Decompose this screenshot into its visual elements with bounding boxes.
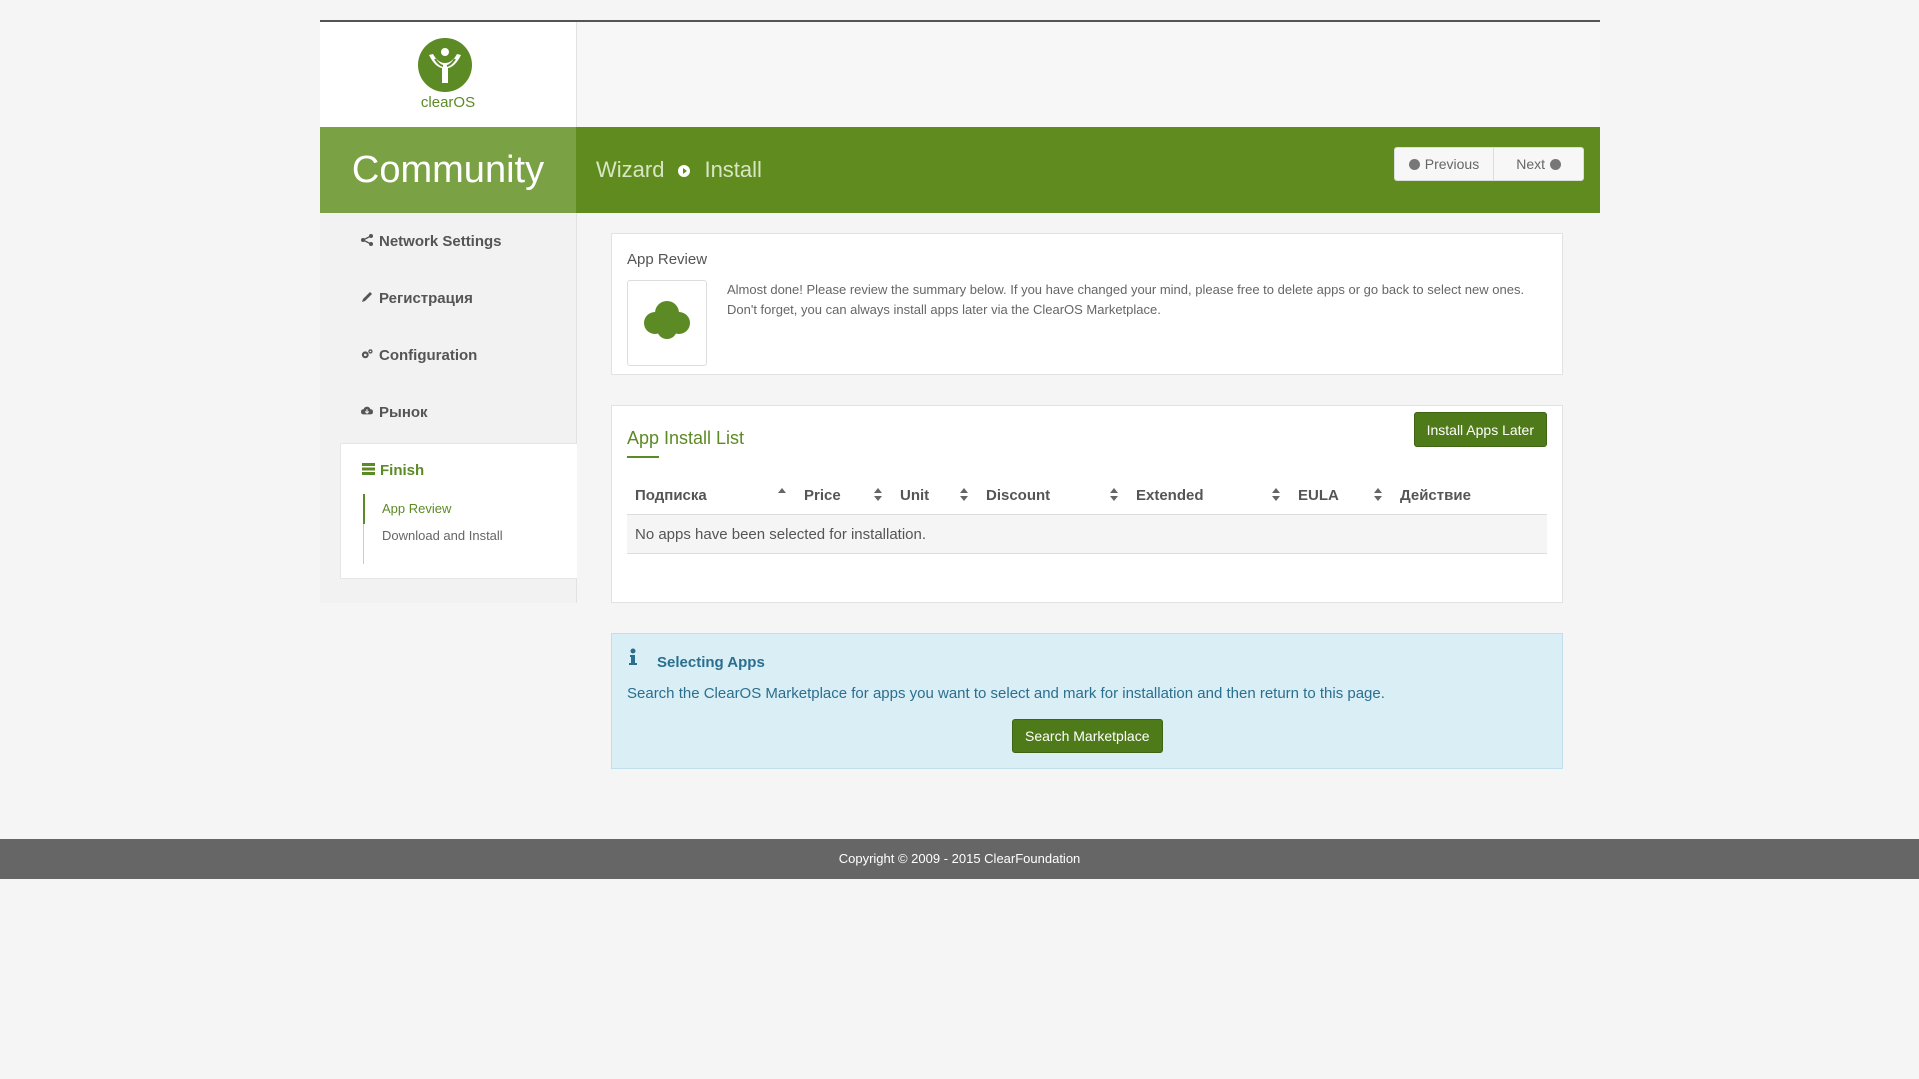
sidebar-sub-app-review[interactable]: App Review	[382, 501, 451, 516]
sort-icon	[1374, 488, 1382, 502]
logo-text: clearOS	[420, 94, 476, 111]
arrow-circle-icon	[678, 165, 691, 177]
sidebar-sub-download-install[interactable]: Download and Install	[382, 528, 503, 543]
edition-label: Community	[320, 127, 576, 213]
column-header-action: Действие	[1392, 476, 1547, 515]
breadcrumb: Wizard Install	[596, 127, 762, 213]
app-icon-box	[627, 280, 707, 366]
clearos-logo-icon	[418, 38, 472, 92]
breadcrumb-root: Wizard	[596, 157, 665, 182]
sidebar-item-marketplace[interactable]: Рынок	[361, 404, 428, 421]
sort-icon	[960, 488, 968, 502]
search-marketplace-button[interactable]: Search Marketplace	[1012, 719, 1163, 753]
top-bar: clearOS	[320, 20, 1600, 129]
column-header-price[interactable]: Price	[796, 476, 892, 515]
arrow-left-circle-icon	[1408, 159, 1420, 170]
breadcrumb-current: Install	[704, 157, 762, 182]
column-header-eula[interactable]: EULA	[1290, 476, 1392, 515]
title-underline	[627, 456, 659, 458]
column-header-extended[interactable]: Extended	[1128, 476, 1290, 515]
footer: Copyright © 2009 - 2015 ClearFoundation	[0, 839, 1919, 879]
info-icon	[629, 648, 637, 665]
empty-message: No apps have been selected for installat…	[627, 514, 1547, 554]
list-icon	[362, 463, 375, 475]
selecting-apps-info-panel: Selecting Apps Search the ClearOS Market…	[611, 633, 1563, 769]
sidebar-item-finish: Finish App Review Download and Install	[340, 443, 577, 579]
pencil-icon	[362, 292, 372, 302]
table-header-row: Подписка Price Unit Discount Extended EU…	[627, 476, 1547, 515]
sidebar-item-registration[interactable]: Регистрация	[361, 290, 473, 307]
logo[interactable]: clearOS	[320, 22, 577, 129]
info-text: Search the ClearOS Marketplace for apps …	[627, 685, 1385, 702]
finish-title[interactable]: Finish	[362, 462, 424, 479]
app-review-panel: App Review Almost done! Please review th…	[611, 233, 1563, 375]
panel-title: App Install List	[627, 428, 745, 448]
header-bar: Community Wizard Install Previous Next	[320, 127, 1600, 213]
share-icon	[361, 234, 373, 246]
cloud-download-icon	[361, 406, 373, 415]
panel-title: App Review	[627, 251, 708, 268]
review-description: Almost done! Please review the summary b…	[727, 282, 1525, 317]
cogs-icon	[361, 349, 373, 359]
copyright: Copyright © 2009 - 2015 ClearFoundation	[838, 851, 1081, 866]
app-frame: clearOS Community Wizard Install Previous…	[320, 20, 1600, 213]
app-install-list-panel: App Install List Install Apps Later Подп…	[611, 405, 1563, 603]
sidebar-item-network-settings[interactable]: Network Settings	[361, 233, 502, 250]
column-header-subscription[interactable]: Подписка	[627, 476, 796, 515]
wizard-nav: Previous Next	[1393, 147, 1584, 181]
table-row: No apps have been selected for installat…	[627, 514, 1547, 554]
step-active-marker	[363, 494, 365, 524]
column-header-discount[interactable]: Discount	[978, 476, 1128, 515]
sort-icon	[874, 488, 882, 502]
arrow-right-circle-icon	[1550, 159, 1561, 170]
next-button[interactable]: Next	[1494, 147, 1584, 181]
sort-icon	[1272, 488, 1280, 502]
sort-icon	[1110, 488, 1118, 502]
sort-asc-icon	[778, 488, 786, 502]
install-table: Подписка Price Unit Discount Extended EU…	[627, 476, 1547, 554]
install-apps-later-button[interactable]: Install Apps Later	[1413, 412, 1547, 447]
previous-button[interactable]: Previous	[1393, 147, 1495, 181]
sidebar: Network Settings Регистрация Configurati…	[320, 213, 577, 603]
cloud-icon	[644, 301, 690, 339]
info-title: Selecting Apps	[657, 654, 765, 671]
column-header-unit[interactable]: Unit	[892, 476, 978, 515]
sidebar-item-configuration[interactable]: Configuration	[361, 347, 477, 364]
